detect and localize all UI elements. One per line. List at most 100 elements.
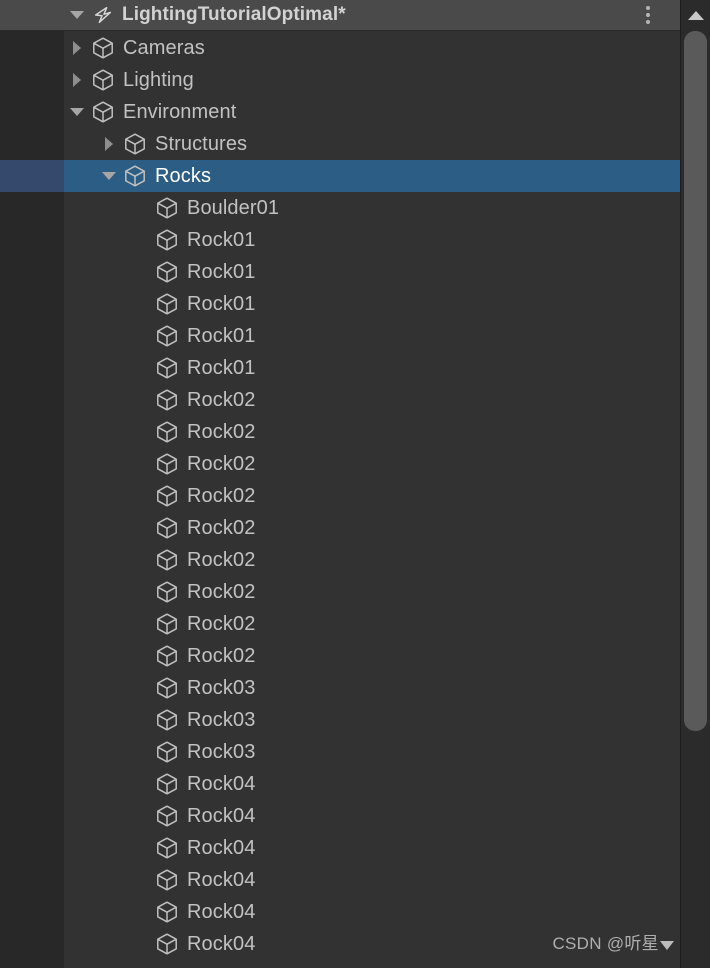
gameobject-cube-icon [122,131,148,157]
tree-row[interactable]: Rock02 [0,640,680,672]
gameobject-cube-icon [154,419,180,445]
tree-row-label: Structures [155,132,248,155]
gameobject-cube-icon [154,835,180,861]
gameobject-cube-icon [154,771,180,797]
tree-row-label: Rock04 [187,804,256,827]
tree-row[interactable]: Cameras [0,32,680,64]
tree-row-label: Lighting [123,68,194,91]
tree-row[interactable]: Rock01 [0,352,680,384]
tree-row[interactable]: Rock02 [0,544,680,576]
gameobject-cube-icon [154,259,180,285]
tree-row[interactable]: Rock03 [0,704,680,736]
tree-row-label: Rock01 [187,324,256,347]
hierarchy-tree[interactable]: Cameras Lighting Environment Structures Rock… [0,32,680,968]
tree-row[interactable]: Structures [0,128,680,160]
chevron-down-icon[interactable] [64,96,90,128]
tree-row[interactable]: Boulder01 [0,192,680,224]
tree-row[interactable]: Lighting [0,64,680,96]
tree-row-label: Cameras [123,36,205,59]
gameobject-cube-icon [122,163,148,189]
gameobject-cube-icon [154,643,180,669]
tree-row-label: Rock02 [187,452,256,475]
csdn-watermark: CSDN @听星 [552,929,674,954]
scrollbar-thumb[interactable] [684,31,707,731]
gameobject-cube-icon [154,323,180,349]
tree-row-label: Rock01 [187,228,256,251]
tree-row-label: Rock04 [187,772,256,795]
chevron-down-icon[interactable] [96,160,122,192]
chevron-down-icon[interactable] [66,11,88,19]
tree-row[interactable]: Rock02 [0,576,680,608]
tree-row-gutter [0,160,64,192]
tree-row[interactable]: Rock03 [0,736,680,768]
tree-row-label: Rock03 [187,740,256,763]
unity-scene-icon [92,4,114,26]
tree-row-label: Rocks [155,164,212,187]
tree-row-label: Rock02 [187,612,256,635]
tree-row[interactable]: Rock04 [0,896,680,928]
gameobject-cube-icon [90,35,116,61]
gameobject-cube-icon [90,99,116,125]
gameobject-cube-icon [154,867,180,893]
tree-row-label: Rock04 [187,836,256,859]
tree-row-label: Rock02 [187,388,256,411]
tree-row[interactable]: Rock02 [0,512,680,544]
tree-row[interactable]: Rock03 [0,672,680,704]
chevron-right-icon[interactable] [64,32,90,64]
tree-row-label: Rock03 [187,676,256,699]
gameobject-cube-icon [154,675,180,701]
gameobject-cube-icon [154,195,180,221]
tree-row-label: Rock01 [187,292,256,315]
triangle-down-icon [660,941,674,950]
chevron-right-icon[interactable] [96,128,122,160]
gameobject-cube-icon [154,483,180,509]
gameobject-cube-icon [154,291,180,317]
gameobject-cube-icon [154,355,180,381]
arrow-up-icon[interactable] [681,0,710,30]
hierarchy-panel: LightingTutorialOptimal* Cameras Lighting… [0,0,710,968]
tree-row-label: Rock02 [187,484,256,507]
tree-row-label: Rock01 [187,356,256,379]
tree-row[interactable]: Rock04 [0,864,680,896]
tree-row-label: Rock02 [187,644,256,667]
tree-row[interactable]: Rock01 [0,320,680,352]
csdn-watermark-text: CSDN @听星 [552,934,659,953]
tree-row-label: Rock02 [187,580,256,603]
tree-row-label: Boulder01 [187,196,280,219]
gameobject-cube-icon [154,451,180,477]
tree-row-label: Rock01 [187,260,256,283]
tree-row[interactable]: Rock01 [0,288,680,320]
tree-row[interactable]: Rock04 [0,800,680,832]
tree-row-label: Rock04 [187,868,256,891]
tree-row[interactable]: Rock02 [0,608,680,640]
chevron-right-icon[interactable] [64,64,90,96]
gameobject-cube-icon [154,579,180,605]
tree-row[interactable]: Rock02 [0,416,680,448]
gameobject-cube-icon [154,547,180,573]
tree-row[interactable]: Rock02 [0,480,680,512]
panel-titlebar: LightingTutorialOptimal* [0,0,680,31]
tree-row-label: Rock02 [187,516,256,539]
tree-row-label: Rock03 [187,708,256,731]
tree-row[interactable]: Environment [0,96,680,128]
tree-row-label: Environment [123,100,237,123]
scrollbar-track[interactable] [684,31,707,951]
tree-row[interactable]: Rock04 [0,768,680,800]
tree-row[interactable]: Rocks [0,160,680,192]
vertical-scrollbar[interactable] [680,0,710,968]
gameobject-cube-icon [154,739,180,765]
tree-row[interactable]: Rock02 [0,448,680,480]
tree-row[interactable]: Rock01 [0,256,680,288]
gameobject-cube-icon [154,707,180,733]
tree-row-label: Rock04 [187,932,256,955]
kebab-menu-icon[interactable] [640,3,656,27]
tree-row[interactable]: Rock02 [0,384,680,416]
tree-row-label: Rock02 [187,420,256,443]
gameobject-cube-icon [154,931,180,957]
page-title: LightingTutorialOptimal* [122,4,346,25]
tree-row[interactable]: Rock04 [0,832,680,864]
tree-row[interactable]: Rock01 [0,224,680,256]
gameobject-cube-icon [154,227,180,253]
tree-row-label: Rock04 [187,900,256,923]
gameobject-cube-icon [154,515,180,541]
